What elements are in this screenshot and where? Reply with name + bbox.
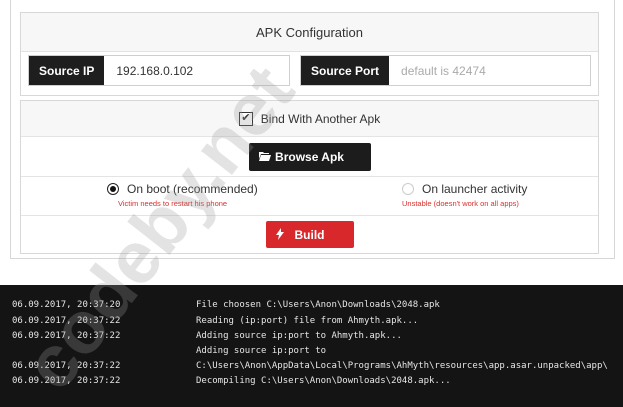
log-console: 06.09.2017, 20:37:20 File choosen C:\Use… bbox=[0, 285, 623, 407]
radio-on-launcher-dot[interactable] bbox=[402, 183, 414, 195]
log-message: Decompiling C:\Users\Anon\Downloads\2048… bbox=[196, 376, 451, 386]
radio-on-launcher-label: On launcher activity bbox=[422, 182, 528, 196]
log-line: Adding source ip:port to bbox=[0, 346, 623, 361]
log-time: 06.09.2017, 20:37:20 bbox=[12, 300, 121, 310]
build-label: Build bbox=[294, 227, 325, 242]
apk-configuration-panel: APK Configuration Source IP Source Port bbox=[20, 12, 599, 96]
log-message: C:\Users\Anon\AppData\Local\Programs\AhM… bbox=[196, 361, 608, 371]
browse-row: Browse Apk bbox=[21, 137, 598, 177]
log-line: 06.09.2017, 20:37:22 Decompiling C:\User… bbox=[0, 376, 623, 391]
radio-on-boot-label: On boot (recommended) bbox=[127, 182, 258, 196]
build-row: Build bbox=[21, 216, 598, 253]
log-message: Adding source ip:port to bbox=[196, 346, 327, 356]
radio-on-boot-dot[interactable] bbox=[107, 183, 119, 195]
source-ip-field: Source IP bbox=[28, 55, 290, 86]
log-line: 06.09.2017, 20:37:22 C:\Users\Anon\AppDa… bbox=[0, 361, 623, 376]
log-message: Reading (ip:port) file from Ahmyth.apk..… bbox=[196, 316, 419, 326]
log-line: 06.09.2017, 20:37:20 File choosen C:\Use… bbox=[0, 300, 623, 315]
browse-apk-button[interactable]: Browse Apk bbox=[248, 142, 371, 171]
source-ip-input[interactable] bbox=[104, 56, 289, 85]
log-time: 06.09.2017, 20:37:22 bbox=[12, 316, 121, 326]
source-port-input[interactable] bbox=[389, 56, 590, 85]
log-line: 06.09.2017, 20:37:22 Reading (ip:port) f… bbox=[0, 316, 623, 331]
radio-on-launcher[interactable]: On launcher activity bbox=[402, 182, 527, 196]
log-message: File choosen C:\Users\Anon\Downloads\204… bbox=[196, 300, 440, 310]
lightning-icon bbox=[275, 228, 284, 243]
log-time: 06.09.2017, 20:37:22 bbox=[12, 376, 121, 386]
source-ip-label: Source IP bbox=[29, 56, 105, 85]
panel-title: APK Configuration bbox=[21, 13, 598, 52]
log-time: 06.09.2017, 20:37:22 bbox=[12, 331, 121, 341]
bind-method-row: On boot (recommended) Victim needs to re… bbox=[21, 177, 598, 216]
source-port-label: Source Port bbox=[301, 56, 390, 85]
check-icon: ✔ bbox=[241, 112, 251, 124]
log-line: 06.09.2017, 20:37:22 Adding source ip:po… bbox=[0, 331, 623, 346]
log-time: 06.09.2017, 20:37:22 bbox=[12, 361, 121, 371]
separator bbox=[0, 263, 623, 285]
bind-checkbox[interactable]: ✔ bbox=[238, 111, 253, 126]
bind-checkbox-row[interactable]: ✔ Bind With Another Apk bbox=[21, 101, 598, 137]
on-launcher-hint: Unstable (doesn't work on all apps) bbox=[402, 199, 519, 208]
on-boot-hint: Victim needs to restart his phone bbox=[118, 199, 228, 208]
source-port-field: Source Port bbox=[300, 55, 591, 86]
log-message: Adding source ip:port to Ahmyth.apk... bbox=[196, 331, 402, 341]
radio-on-boot[interactable]: On boot (recommended) bbox=[107, 182, 258, 196]
build-button[interactable]: Build bbox=[265, 221, 354, 248]
bind-panel: ✔ Bind With Another Apk Browse Apk On bo… bbox=[20, 100, 599, 254]
bind-label: Bind With Another Apk bbox=[260, 111, 381, 126]
folder-open-icon bbox=[258, 151, 271, 164]
browse-apk-label: Browse Apk bbox=[275, 149, 344, 164]
